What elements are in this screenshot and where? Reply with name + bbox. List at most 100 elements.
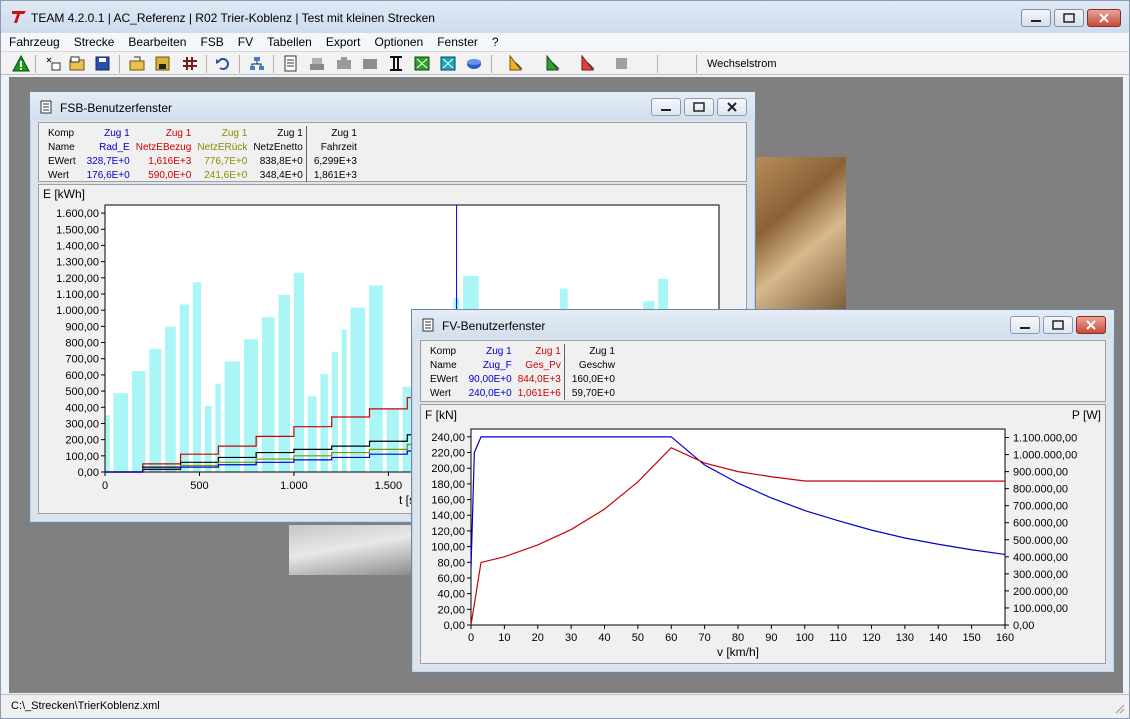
- background-photo: [756, 157, 846, 309]
- fv-maximize-button[interactable]: [1043, 316, 1073, 334]
- green-frame-icon[interactable]: [413, 55, 431, 72]
- close-button[interactable]: [1087, 9, 1121, 27]
- stack-icon[interactable]: [308, 55, 326, 72]
- blue-cylinder-icon[interactable]: [465, 55, 483, 72]
- info-cell: NetzEnetto: [253, 141, 303, 153]
- power-profile-bar: [132, 371, 146, 472]
- info-cell: 6,299E+3: [313, 155, 357, 167]
- power-profile-bar: [224, 361, 241, 472]
- y2-tick-label: 1.100.000,00: [1013, 433, 1077, 445]
- document-icon: [40, 100, 52, 114]
- minimize-button[interactable]: [1021, 9, 1051, 27]
- info-cell: 59,70E+0: [571, 387, 615, 399]
- row-label: Wert: [48, 169, 69, 181]
- row-label: Wert: [430, 387, 451, 399]
- x-tick-label: 20: [532, 632, 544, 644]
- y-tick-label: 800,00: [65, 338, 99, 350]
- menu-bearbeiten[interactable]: Bearbeiten: [128, 35, 186, 49]
- info-cell: 590,0E+0: [148, 169, 192, 181]
- y-tick-label: 1.300,00: [56, 257, 99, 269]
- menu-fv[interactable]: FV: [238, 35, 253, 49]
- y-tick-label: 100,00: [65, 451, 99, 463]
- row-label: Komp: [430, 345, 457, 357]
- fv-info-table: Komp Zug 1 Zug 1 Zug 1 Name Zug_F Ges_Pv…: [427, 344, 618, 400]
- gray-block-icon[interactable]: [335, 55, 353, 72]
- new-item-icon[interactable]: [43, 55, 61, 72]
- x-tick-label: 30: [565, 632, 577, 644]
- x-tick-label: 50: [632, 632, 644, 644]
- undo-icon[interactable]: [214, 55, 232, 72]
- menu-fahrzeug[interactable]: Fahrzeug: [9, 35, 60, 49]
- fv-title-bar: FV-Benutzerfenster: [412, 310, 1114, 338]
- x-tick-label: 40: [598, 632, 610, 644]
- fv-close-button[interactable]: [1076, 316, 1106, 334]
- info-cell: Zug 1: [165, 127, 192, 139]
- run-red-icon[interactable]: [579, 55, 597, 72]
- fv-minimize-button[interactable]: [1010, 316, 1040, 334]
- info-cell: Zug 1: [535, 345, 561, 357]
- menu-fenster[interactable]: Fenster: [437, 35, 478, 49]
- info-cell: Zug 1: [277, 127, 303, 139]
- fsb-close-button[interactable]: [717, 98, 747, 116]
- y-tick-label: 1.000,00: [56, 305, 99, 317]
- grid-icon[interactable]: [181, 55, 199, 72]
- save-as-icon[interactable]: [154, 55, 172, 72]
- info-cell: Zug 1: [486, 345, 512, 357]
- x-tick-label: 500: [190, 480, 208, 492]
- run-green-icon[interactable]: [544, 55, 562, 72]
- menu-strecke[interactable]: Strecke: [74, 35, 115, 49]
- y-tick-label: 80,00: [437, 557, 465, 569]
- menu-help[interactable]: ?: [492, 35, 499, 49]
- y2-tick-label: 200.000,00: [1013, 586, 1068, 598]
- y2-tick-label: 800.000,00: [1013, 484, 1068, 496]
- fsb-title-bar: FSB-Benutzerfenster: [30, 92, 755, 120]
- save-icon[interactable]: [94, 55, 112, 72]
- cyan-frame-icon[interactable]: [439, 55, 457, 72]
- menu-tabellen[interactable]: Tabellen: [267, 35, 312, 49]
- menu-export[interactable]: Export: [326, 35, 361, 49]
- x-tick-label: 0: [102, 480, 108, 492]
- folder-export-icon[interactable]: [128, 55, 146, 72]
- y-tick-label: 0,00: [444, 620, 465, 632]
- y-tick-label: 900,00: [65, 321, 99, 333]
- stop-icon[interactable]: [613, 55, 631, 72]
- maximize-button[interactable]: [1054, 9, 1084, 27]
- y2-axis-label: P [W]: [1072, 408, 1101, 422]
- y-tick-label: 1.100,00: [56, 289, 99, 301]
- menu-fsb[interactable]: FSB: [200, 35, 223, 49]
- y-tick-label: 1.400,00: [56, 240, 99, 252]
- fsb-maximize-button[interactable]: [684, 98, 714, 116]
- power-profile-bar: [149, 348, 162, 472]
- y2-tick-label: 300.000,00: [1013, 569, 1068, 581]
- warning-icon[interactable]: [12, 55, 30, 72]
- info-cell: 160,0E+0: [571, 373, 615, 385]
- x-tick-label: 1.500: [375, 480, 403, 492]
- power-profile-bar: [113, 393, 129, 472]
- open-folder-icon[interactable]: [68, 55, 86, 72]
- y-tick-label: 220,00: [431, 448, 465, 460]
- toolbar: Wechselstrom: [1, 51, 1129, 75]
- info-cell: Geschw: [578, 359, 615, 371]
- y-tick-label: 1.600,00: [56, 208, 99, 220]
- tree-icon[interactable]: [248, 55, 266, 72]
- fsb-minimize-button[interactable]: [651, 98, 681, 116]
- column-icon[interactable]: [387, 55, 405, 72]
- y-tick-label: 500,00: [65, 386, 99, 398]
- info-cell: NetzERück: [197, 141, 248, 153]
- force-speed-chart: 0,0020,0040,0060,0080,00100,00120,00140,…: [425, 408, 1101, 659]
- info-cell: 240,0E+0: [468, 387, 512, 399]
- status-path: C:\_Strecken\TrierKoblenz.xml: [11, 700, 160, 712]
- document-icon[interactable]: [282, 55, 300, 72]
- resize-grip-icon[interactable]: [1113, 702, 1125, 714]
- y2-tick-label: 700.000,00: [1013, 501, 1068, 513]
- x-tick-label: 100: [796, 632, 814, 644]
- y2-tick-label: 1.000.000,00: [1013, 450, 1077, 462]
- run-orange-icon[interactable]: [507, 55, 525, 72]
- y-axis-label: E [kWh]: [43, 187, 85, 201]
- x-tick-label: 110: [829, 632, 847, 644]
- gray-box-icon[interactable]: [361, 55, 379, 72]
- fsb-info-table: Komp Zug 1 Zug 1 Zug 1 Zug 1 Zug 1 Name …: [45, 126, 360, 182]
- info-cell: 1,061E+6: [517, 387, 561, 399]
- menu-optionen[interactable]: Optionen: [375, 35, 424, 49]
- info-cell: Zug 1: [221, 127, 248, 139]
